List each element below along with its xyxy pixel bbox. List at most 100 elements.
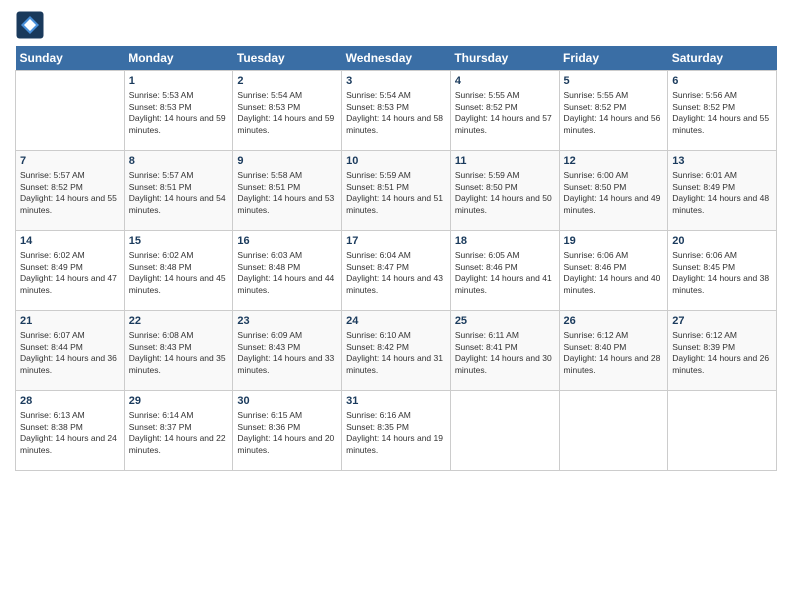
cell-info: Sunrise: 6:06 AMSunset: 8:46 PMDaylight:… bbox=[564, 250, 664, 296]
week-row-3: 14Sunrise: 6:02 AMSunset: 8:49 PMDayligh… bbox=[16, 231, 777, 311]
calendar-cell: 12Sunrise: 6:00 AMSunset: 8:50 PMDayligh… bbox=[559, 151, 668, 231]
calendar-cell: 17Sunrise: 6:04 AMSunset: 8:47 PMDayligh… bbox=[342, 231, 451, 311]
calendar-cell: 3Sunrise: 5:54 AMSunset: 8:53 PMDaylight… bbox=[342, 71, 451, 151]
cell-info: Sunrise: 6:06 AMSunset: 8:45 PMDaylight:… bbox=[672, 250, 772, 296]
calendar-cell: 18Sunrise: 6:05 AMSunset: 8:46 PMDayligh… bbox=[450, 231, 559, 311]
cell-info: Sunrise: 6:14 AMSunset: 8:37 PMDaylight:… bbox=[129, 410, 229, 456]
day-number: 26 bbox=[564, 314, 664, 329]
cell-info: Sunrise: 5:53 AMSunset: 8:53 PMDaylight:… bbox=[129, 90, 229, 136]
day-number: 10 bbox=[346, 154, 446, 169]
calendar-cell: 19Sunrise: 6:06 AMSunset: 8:46 PMDayligh… bbox=[559, 231, 668, 311]
calendar-cell bbox=[559, 391, 668, 471]
cell-info: Sunrise: 5:54 AMSunset: 8:53 PMDaylight:… bbox=[346, 90, 446, 136]
calendar-cell: 28Sunrise: 6:13 AMSunset: 8:38 PMDayligh… bbox=[16, 391, 125, 471]
week-row-2: 7Sunrise: 5:57 AMSunset: 8:52 PMDaylight… bbox=[16, 151, 777, 231]
day-number: 18 bbox=[455, 234, 555, 249]
calendar-cell: 24Sunrise: 6:10 AMSunset: 8:42 PMDayligh… bbox=[342, 311, 451, 391]
day-number: 17 bbox=[346, 234, 446, 249]
logo-icon bbox=[15, 10, 45, 40]
calendar-cell: 10Sunrise: 5:59 AMSunset: 8:51 PMDayligh… bbox=[342, 151, 451, 231]
day-number: 5 bbox=[564, 74, 664, 89]
calendar-cell: 25Sunrise: 6:11 AMSunset: 8:41 PMDayligh… bbox=[450, 311, 559, 391]
calendar-cell: 13Sunrise: 6:01 AMSunset: 8:49 PMDayligh… bbox=[668, 151, 777, 231]
cell-info: Sunrise: 6:08 AMSunset: 8:43 PMDaylight:… bbox=[129, 330, 229, 376]
cell-info: Sunrise: 6:07 AMSunset: 8:44 PMDaylight:… bbox=[20, 330, 120, 376]
cell-info: Sunrise: 5:57 AMSunset: 8:51 PMDaylight:… bbox=[129, 170, 229, 216]
day-number: 3 bbox=[346, 74, 446, 89]
cell-info: Sunrise: 5:59 AMSunset: 8:51 PMDaylight:… bbox=[346, 170, 446, 216]
cell-info: Sunrise: 6:15 AMSunset: 8:36 PMDaylight:… bbox=[237, 410, 337, 456]
day-number: 24 bbox=[346, 314, 446, 329]
calendar-cell: 22Sunrise: 6:08 AMSunset: 8:43 PMDayligh… bbox=[124, 311, 233, 391]
calendar-cell: 20Sunrise: 6:06 AMSunset: 8:45 PMDayligh… bbox=[668, 231, 777, 311]
week-row-5: 28Sunrise: 6:13 AMSunset: 8:38 PMDayligh… bbox=[16, 391, 777, 471]
cell-info: Sunrise: 5:55 AMSunset: 8:52 PMDaylight:… bbox=[455, 90, 555, 136]
header-row: SundayMondayTuesdayWednesdayThursdayFrid… bbox=[16, 46, 777, 71]
day-header-sunday: Sunday bbox=[16, 46, 125, 71]
day-number: 30 bbox=[237, 394, 337, 409]
day-number: 22 bbox=[129, 314, 229, 329]
day-number: 6 bbox=[672, 74, 772, 89]
day-header-wednesday: Wednesday bbox=[342, 46, 451, 71]
cell-info: Sunrise: 5:56 AMSunset: 8:52 PMDaylight:… bbox=[672, 90, 772, 136]
day-header-tuesday: Tuesday bbox=[233, 46, 342, 71]
calendar-cell: 11Sunrise: 5:59 AMSunset: 8:50 PMDayligh… bbox=[450, 151, 559, 231]
cell-info: Sunrise: 5:55 AMSunset: 8:52 PMDaylight:… bbox=[564, 90, 664, 136]
cell-info: Sunrise: 6:10 AMSunset: 8:42 PMDaylight:… bbox=[346, 330, 446, 376]
day-header-friday: Friday bbox=[559, 46, 668, 71]
calendar-cell: 8Sunrise: 5:57 AMSunset: 8:51 PMDaylight… bbox=[124, 151, 233, 231]
day-number: 13 bbox=[672, 154, 772, 169]
day-number: 2 bbox=[237, 74, 337, 89]
logo bbox=[15, 10, 48, 40]
day-number: 21 bbox=[20, 314, 120, 329]
day-header-thursday: Thursday bbox=[450, 46, 559, 71]
day-number: 19 bbox=[564, 234, 664, 249]
day-number: 14 bbox=[20, 234, 120, 249]
day-header-saturday: Saturday bbox=[668, 46, 777, 71]
day-number: 1 bbox=[129, 74, 229, 89]
week-row-1: 1Sunrise: 5:53 AMSunset: 8:53 PMDaylight… bbox=[16, 71, 777, 151]
cell-info: Sunrise: 6:12 AMSunset: 8:40 PMDaylight:… bbox=[564, 330, 664, 376]
calendar-cell: 23Sunrise: 6:09 AMSunset: 8:43 PMDayligh… bbox=[233, 311, 342, 391]
calendar-cell: 5Sunrise: 5:55 AMSunset: 8:52 PMDaylight… bbox=[559, 71, 668, 151]
day-number: 27 bbox=[672, 314, 772, 329]
calendar-cell: 21Sunrise: 6:07 AMSunset: 8:44 PMDayligh… bbox=[16, 311, 125, 391]
calendar-cell: 29Sunrise: 6:14 AMSunset: 8:37 PMDayligh… bbox=[124, 391, 233, 471]
calendar-cell bbox=[16, 71, 125, 151]
calendar-cell: 26Sunrise: 6:12 AMSunset: 8:40 PMDayligh… bbox=[559, 311, 668, 391]
calendar-container: SundayMondayTuesdayWednesdayThursdayFrid… bbox=[0, 0, 792, 612]
calendar-cell: 31Sunrise: 6:16 AMSunset: 8:35 PMDayligh… bbox=[342, 391, 451, 471]
cell-info: Sunrise: 6:01 AMSunset: 8:49 PMDaylight:… bbox=[672, 170, 772, 216]
day-number: 25 bbox=[455, 314, 555, 329]
calendar-cell: 4Sunrise: 5:55 AMSunset: 8:52 PMDaylight… bbox=[450, 71, 559, 151]
day-header-monday: Monday bbox=[124, 46, 233, 71]
day-number: 16 bbox=[237, 234, 337, 249]
day-number: 20 bbox=[672, 234, 772, 249]
cell-info: Sunrise: 6:03 AMSunset: 8:48 PMDaylight:… bbox=[237, 250, 337, 296]
calendar-cell: 2Sunrise: 5:54 AMSunset: 8:53 PMDaylight… bbox=[233, 71, 342, 151]
day-number: 28 bbox=[20, 394, 120, 409]
calendar-cell bbox=[668, 391, 777, 471]
calendar-cell: 16Sunrise: 6:03 AMSunset: 8:48 PMDayligh… bbox=[233, 231, 342, 311]
calendar-cell: 7Sunrise: 5:57 AMSunset: 8:52 PMDaylight… bbox=[16, 151, 125, 231]
cell-info: Sunrise: 6:09 AMSunset: 8:43 PMDaylight:… bbox=[237, 330, 337, 376]
cell-info: Sunrise: 6:05 AMSunset: 8:46 PMDaylight:… bbox=[455, 250, 555, 296]
cell-info: Sunrise: 5:54 AMSunset: 8:53 PMDaylight:… bbox=[237, 90, 337, 136]
cell-info: Sunrise: 6:02 AMSunset: 8:49 PMDaylight:… bbox=[20, 250, 120, 296]
calendar-cell: 15Sunrise: 6:02 AMSunset: 8:48 PMDayligh… bbox=[124, 231, 233, 311]
cell-info: Sunrise: 6:02 AMSunset: 8:48 PMDaylight:… bbox=[129, 250, 229, 296]
day-number: 8 bbox=[129, 154, 229, 169]
calendar-table: SundayMondayTuesdayWednesdayThursdayFrid… bbox=[15, 46, 777, 471]
calendar-cell: 9Sunrise: 5:58 AMSunset: 8:51 PMDaylight… bbox=[233, 151, 342, 231]
day-number: 29 bbox=[129, 394, 229, 409]
cell-info: Sunrise: 5:58 AMSunset: 8:51 PMDaylight:… bbox=[237, 170, 337, 216]
cell-info: Sunrise: 6:12 AMSunset: 8:39 PMDaylight:… bbox=[672, 330, 772, 376]
cell-info: Sunrise: 6:13 AMSunset: 8:38 PMDaylight:… bbox=[20, 410, 120, 456]
calendar-cell: 6Sunrise: 5:56 AMSunset: 8:52 PMDaylight… bbox=[668, 71, 777, 151]
week-row-4: 21Sunrise: 6:07 AMSunset: 8:44 PMDayligh… bbox=[16, 311, 777, 391]
day-number: 15 bbox=[129, 234, 229, 249]
day-number: 23 bbox=[237, 314, 337, 329]
cell-info: Sunrise: 6:00 AMSunset: 8:50 PMDaylight:… bbox=[564, 170, 664, 216]
calendar-cell: 30Sunrise: 6:15 AMSunset: 8:36 PMDayligh… bbox=[233, 391, 342, 471]
day-number: 11 bbox=[455, 154, 555, 169]
